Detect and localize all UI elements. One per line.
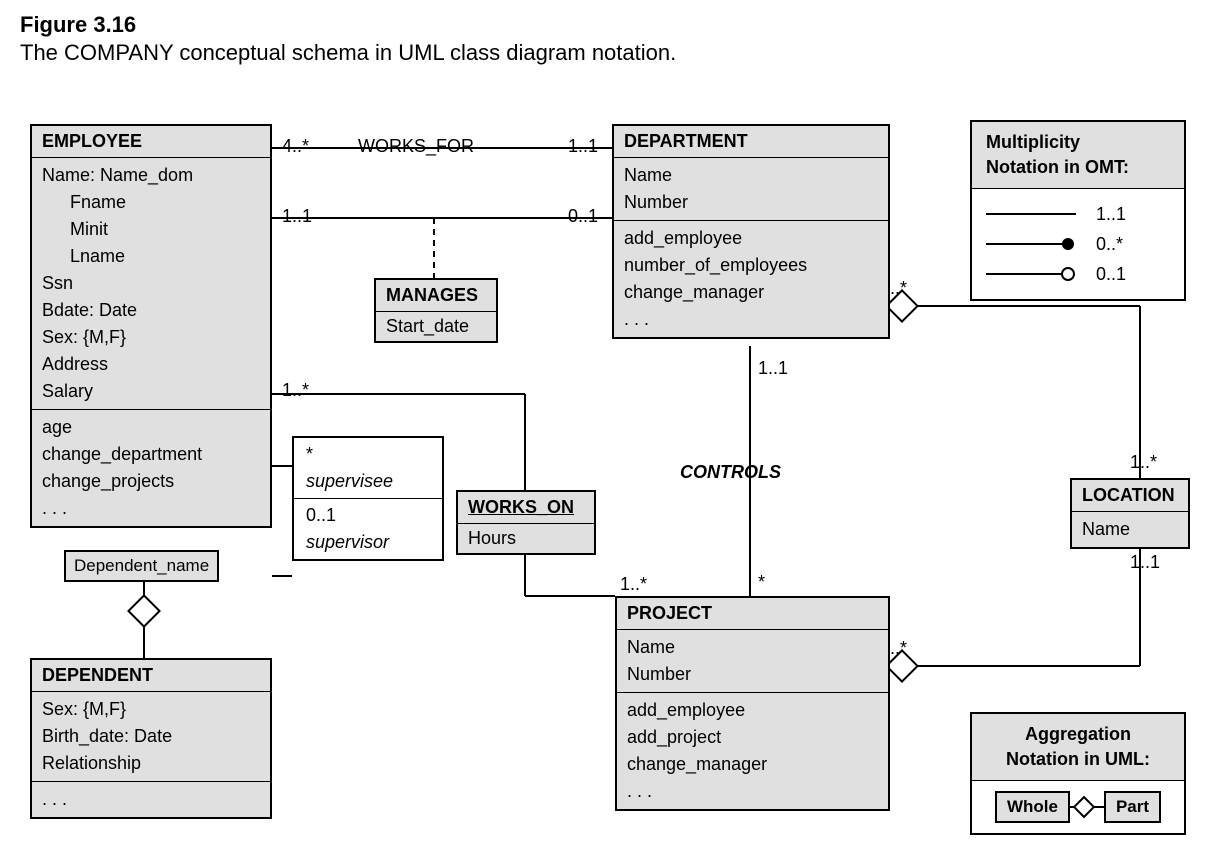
attr: Sex: {M,F} <box>42 324 260 351</box>
attr: Ssn <box>42 270 260 297</box>
legend-aggregation-body: Whole Part <box>972 781 1184 833</box>
op: change_department <box>42 441 260 468</box>
attr: Fname <box>42 189 260 216</box>
legend-part-box: Part <box>1104 791 1161 823</box>
attr: Address <box>42 351 260 378</box>
op: age <box>42 414 260 441</box>
legend-label: 1..1 <box>1096 204 1126 225</box>
mult-controls-proj: * <box>758 572 765 593</box>
op: change_manager <box>624 279 878 306</box>
mult-manages-emp: 1..1 <box>282 206 312 227</box>
attr: Name: Name_dom <box>42 162 260 189</box>
role-supervision: * supervisee 0..1 supervisor <box>292 436 444 561</box>
op: . . . <box>627 778 878 805</box>
mult-manages-dept: 0..1 <box>568 206 598 227</box>
class-dependent: DEPENDENT Sex: {M,F} Birth_date: Date Re… <box>30 658 272 819</box>
role-supervisor: 0..1 supervisor <box>294 499 442 559</box>
figure-caption: The COMPANY conceptual schema in UML cla… <box>20 40 1186 66</box>
attr: Name <box>1082 516 1178 543</box>
attr: Lname <box>42 243 260 270</box>
class-project-title: PROJECT <box>617 598 888 629</box>
attr: Minit <box>42 216 260 243</box>
assoc-works-for-name: WORKS_FOR <box>358 136 474 157</box>
assoc-class-manages-title: MANAGES <box>376 280 496 312</box>
class-location-attrs: Name <box>1072 511 1188 547</box>
class-dependent-attrs: Sex: {M,F} Birth_date: Date Relationship <box>32 691 270 781</box>
qualifier-dependent-name: Dependent_name <box>64 550 219 582</box>
legend-row: 0..1 <box>986 259 1170 289</box>
op: add_employee <box>627 697 878 724</box>
assoc-class-manages: MANAGES Start_date <box>374 278 498 343</box>
legend-aggregation-title: Aggregation Notation in UML: <box>972 714 1184 781</box>
mult-works-on-proj: 1..* <box>620 574 647 595</box>
diagram-canvas: 4..* WORKS_FOR 1..1 1..1 0..1 1..* 1..* … <box>20 106 1186 866</box>
class-department-title: DEPARTMENT <box>614 126 888 157</box>
role-supervisee: * supervisee <box>294 438 442 499</box>
legend-whole-box: Whole <box>995 791 1070 823</box>
class-department: DEPARTMENT Name Number add_employee numb… <box>612 124 890 339</box>
class-department-ops: add_employee number_of_employees change_… <box>614 220 888 337</box>
class-location-title: LOCATION <box>1072 480 1188 511</box>
legend-multiplicity: Multiplicity Notation in OMT: 1..1 0..* … <box>970 120 1186 301</box>
mult-supervisor: 0..1 <box>306 505 430 526</box>
mult-controls-dept: 1..1 <box>758 358 788 379</box>
class-project: PROJECT Name Number add_employee add_pro… <box>615 596 890 811</box>
class-dependent-ops: . . . <box>32 781 270 817</box>
attr: Bdate: Date <box>42 297 260 324</box>
assoc-class-works-on: WORKS_ON Hours <box>456 490 596 555</box>
mult-supervisee: * <box>306 444 430 465</box>
op: add_employee <box>624 225 878 252</box>
legend-label: 0..1 <box>1096 264 1126 285</box>
attr: Sex: {M,F} <box>42 696 260 723</box>
line-filled-circle-icon <box>986 237 1076 251</box>
op: add_project <box>627 724 878 751</box>
mult-dept-loc-loc: 1..* <box>1130 452 1157 473</box>
legend-multiplicity-title: Multiplicity Notation in OMT: <box>972 122 1184 189</box>
attr: Name <box>627 634 878 661</box>
attr: Relationship <box>42 750 260 777</box>
attr: Salary <box>42 378 260 405</box>
attr: Number <box>624 189 878 216</box>
op: change_projects <box>42 468 260 495</box>
class-project-ops: add_employee add_project change_manager … <box>617 692 888 809</box>
assoc-class-works-on-title: WORKS_ON <box>458 492 594 524</box>
diamond-icon <box>1070 795 1104 819</box>
class-location: LOCATION Name <box>1070 478 1190 549</box>
class-dependent-title: DEPENDENT <box>32 660 270 691</box>
role-supervisee-label: supervisee <box>306 471 430 492</box>
op: . . . <box>42 786 260 813</box>
line-icon <box>986 208 1076 220</box>
line-hollow-circle-icon <box>986 267 1076 281</box>
class-employee: EMPLOYEE Name: Name_dom Fname Minit Lnam… <box>30 124 272 528</box>
legend-row: 0..* <box>986 229 1170 259</box>
mult-works-for-dept: 1..1 <box>568 136 598 157</box>
assoc-class-works-on-attr: Hours <box>458 524 594 553</box>
legend-label: 0..* <box>1096 234 1123 255</box>
op: . . . <box>42 495 260 522</box>
assoc-class-manages-attr: Start_date <box>376 312 496 341</box>
assoc-controls-name: CONTROLS <box>680 462 781 483</box>
class-employee-title: EMPLOYEE <box>32 126 270 157</box>
class-employee-ops: age change_department change_projects . … <box>32 409 270 526</box>
attr: Number <box>627 661 878 688</box>
class-employee-attrs: Name: Name_dom Fname Minit Lname Ssn Bda… <box>32 157 270 409</box>
mult-works-on-emp: 1..* <box>282 380 309 401</box>
class-project-attrs: Name Number <box>617 629 888 692</box>
attr: Name <box>624 162 878 189</box>
mult-proj-loc-loc: 1..1 <box>1130 552 1160 573</box>
legend-aggregation: Aggregation Notation in UML: Whole Part <box>970 712 1186 835</box>
op: . . . <box>624 306 878 333</box>
class-department-attrs: Name Number <box>614 157 888 220</box>
legend-multiplicity-body: 1..1 0..* 0..1 <box>972 189 1184 299</box>
attr: Birth_date: Date <box>42 723 260 750</box>
op: change_manager <box>627 751 878 778</box>
mult-works-for-emp: 4..* <box>282 136 309 157</box>
legend-row: 1..1 <box>986 199 1170 229</box>
role-supervisor-label: supervisor <box>306 532 430 553</box>
op: number_of_employees <box>624 252 878 279</box>
figure-number: Figure 3.16 <box>20 12 1186 38</box>
